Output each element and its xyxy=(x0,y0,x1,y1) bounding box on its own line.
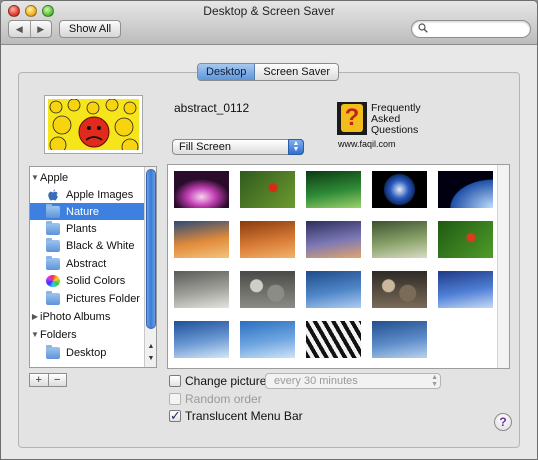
thumbnail-water-ripples[interactable] xyxy=(174,321,229,358)
apple-logo-icon xyxy=(48,188,58,200)
sidebar-group-folders[interactable]: ▼ Folders xyxy=(30,326,145,343)
disclosure-triangle-icon[interactable]: ▶ xyxy=(30,312,40,321)
popup-arrows-icon: ▲ ▼ xyxy=(431,374,438,388)
random-order-label: Random order xyxy=(185,392,262,406)
thumbnail-stones-pile[interactable] xyxy=(372,271,427,308)
folder-icon xyxy=(46,220,60,235)
scroll-up-arrow-icon[interactable]: ▲ xyxy=(146,341,156,353)
fit-mode-value: Fill Screen xyxy=(179,141,231,153)
watermark-url: www.faqil.com xyxy=(338,139,396,149)
thumbnail-water-surface[interactable] xyxy=(372,321,427,358)
back-button[interactable]: ◀ xyxy=(9,21,30,37)
folder-icon xyxy=(46,255,60,270)
back-forward-group: ◀ ▶ xyxy=(8,20,52,38)
sidebar-item-nature[interactable]: Nature xyxy=(30,203,145,220)
sidebar-item-plants[interactable]: Plants xyxy=(30,220,145,237)
sidebar-item-label: Black & White xyxy=(66,239,135,252)
thumbnail-blue-haze[interactable] xyxy=(438,271,493,308)
thumbnail-earth[interactable] xyxy=(372,171,427,208)
magnifier-icon xyxy=(418,23,428,33)
source-list: ▼ Apple Apple Images Nature Plants Black… xyxy=(29,166,157,368)
color-wheel-icon xyxy=(46,274,60,287)
thumbnail-ocean-dusk[interactable] xyxy=(306,221,361,258)
tab-screen-saver[interactable]: Screen Saver xyxy=(255,64,339,80)
tab-segmented-control: Desktop Screen Saver xyxy=(197,63,340,81)
tab-desktop[interactable]: Desktop xyxy=(198,64,256,80)
sidebar-item-apple-images[interactable]: Apple Images xyxy=(30,186,145,203)
thumbnail-blue-water[interactable] xyxy=(306,271,361,308)
desktop-preview-well[interactable] xyxy=(44,95,143,154)
watermark-line-3: Questions xyxy=(371,124,419,136)
sidebar-item-label: Apple xyxy=(40,171,69,184)
thumbnail-sunset-clouds[interactable] xyxy=(174,221,229,258)
forward-button[interactable]: ▶ xyxy=(29,21,52,37)
sidebar-item-label: Nature xyxy=(66,205,100,218)
fit-mode-popup[interactable]: Fill Screen ▲ ▼ xyxy=(172,139,304,155)
sidebar-item-pictures-folder[interactable]: Pictures Folder xyxy=(30,290,145,307)
picture-grid xyxy=(167,164,510,369)
add-remove-buttons: + − xyxy=(29,373,67,387)
sidebar-item-desktop[interactable]: Desktop xyxy=(30,344,145,361)
sidebar-item-black-white[interactable]: Black & White xyxy=(30,237,145,254)
disclosure-triangle-icon[interactable]: ▼ xyxy=(30,330,40,339)
random-order-checkbox[interactable] xyxy=(169,393,181,405)
scroll-down-arrow-icon[interactable]: ▼ xyxy=(146,353,156,365)
interval-value: every 30 minutes xyxy=(274,375,358,387)
change-picture-checkbox[interactable] xyxy=(169,375,181,387)
interval-popup[interactable]: every 30 minutes ▲ ▼ xyxy=(265,373,441,389)
question-mark-logo: ? xyxy=(337,102,367,135)
title-bar: Desktop & Screen Saver ◀ ▶ Show All xyxy=(1,1,537,45)
folder-icon xyxy=(46,237,60,252)
window-title: Desktop & Screen Saver xyxy=(203,4,335,18)
folder-icon xyxy=(46,344,60,359)
current-desktop-picture xyxy=(48,99,139,150)
sidebar-item-solid-colors[interactable]: Solid Colors xyxy=(30,272,145,289)
thumbnail-sand-waves[interactable] xyxy=(240,221,295,258)
smiley-faces-image xyxy=(48,99,139,150)
translucent-menu-bar-checkbox[interactable]: ✓ xyxy=(169,408,181,423)
sidebar-item-label: Folders xyxy=(40,328,77,341)
show-all-button[interactable]: Show All xyxy=(59,20,121,38)
sidebar-item-label: Plants xyxy=(66,222,97,235)
sidebar-item-label: Desktop xyxy=(66,346,107,359)
thumbnail-zen-garden[interactable] xyxy=(174,271,229,308)
search-field[interactable] xyxy=(411,20,531,38)
thumbnail-rice-terraces[interactable] xyxy=(372,221,427,258)
picture-name: abstract_0112 xyxy=(174,101,250,115)
thumbnail-ladybug-moss[interactable] xyxy=(240,171,295,208)
sidebar-item-abstract[interactable]: Abstract xyxy=(30,255,145,272)
thumbnail-aurora-pink[interactable] xyxy=(174,171,229,208)
popup-arrows-icon: ▲ ▼ xyxy=(288,139,304,155)
sidebar-group-iphoto-albums[interactable]: ▶ iPhoto Albums xyxy=(30,308,145,325)
picture-grid-scrollbar[interactable] xyxy=(497,165,509,368)
thumbnail-pebbles[interactable] xyxy=(240,271,295,308)
add-folder-button[interactable]: + xyxy=(30,374,48,386)
change-picture-label: Change picture: xyxy=(185,374,270,388)
scrollbar-thumb[interactable] xyxy=(146,169,156,329)
sidebar-item-label: Solid Colors xyxy=(66,274,126,287)
thumbnail-earth-horizon[interactable] xyxy=(438,171,493,208)
sidebar-item-label: Abstract xyxy=(66,257,107,270)
chevron-left-icon: ◀ xyxy=(15,23,23,34)
disclosure-triangle-icon[interactable]: ▼ xyxy=(30,173,40,182)
chevron-right-icon: ▶ xyxy=(37,23,45,34)
thumbnail-green-leaf-drop[interactable] xyxy=(306,171,361,208)
sidebar-group-apple[interactable]: ▼ Apple xyxy=(30,169,145,186)
thumbnail-ladybug-leaf[interactable] xyxy=(438,221,493,258)
folder-icon xyxy=(46,290,60,305)
sidebar-item-label: iPhoto Albums xyxy=(40,310,111,323)
preferences-window: Desktop & Screen Saver ◀ ▶ Show All Desk… xyxy=(0,0,538,460)
translucent-menu-bar-label: Translucent Menu Bar xyxy=(185,409,303,423)
thumbnail-calm-sea[interactable] xyxy=(240,321,295,358)
thumbnail-zebra-stripes[interactable] xyxy=(306,321,361,358)
folder-icon xyxy=(46,203,60,218)
help-button[interactable]: ? xyxy=(494,413,512,431)
faq-watermark: ? Frequently Asked Questions www.faqil.c… xyxy=(337,101,423,149)
remove-folder-button[interactable]: − xyxy=(47,374,67,386)
source-list-scrollbar[interactable]: ▲ ▼ xyxy=(144,167,156,367)
checkmark-icon: ✓ xyxy=(170,408,181,423)
sidebar-item-label: Pictures Folder xyxy=(66,292,140,305)
sidebar-item-label: Apple Images xyxy=(66,188,134,201)
